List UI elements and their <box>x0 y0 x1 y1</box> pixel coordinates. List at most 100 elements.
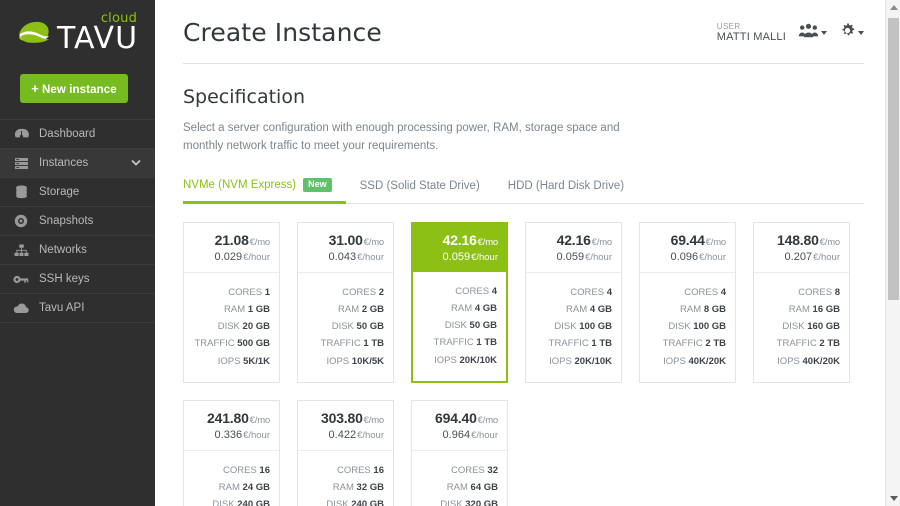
tab-label: HDD (Hard Disk Drive) <box>507 179 625 192</box>
plan-specs: CORES 4 RAM 4 GB DISK 50 GB TRAFFIC 1 TB… <box>413 272 506 381</box>
new-instance-button[interactable]: + New instance <box>20 74 128 103</box>
spec-disk: DISK 100 GB <box>668 321 726 333</box>
scrollbar-thumb[interactable] <box>888 18 899 300</box>
sidebar-item-ssh-keys[interactable]: SSH keys <box>0 265 155 294</box>
plan-card[interactable]: 31.00€/mo 0.043€/hour CORES 2 RAM 2 GB D… <box>297 221 394 383</box>
plan-hourly-price: 0.336€/hour <box>214 428 270 441</box>
plan-specs: CORES 32 RAM 64 GB DISK 320 GB TRAFFIC 4… <box>412 451 507 506</box>
spec-ram: RAM 4 GB <box>566 303 612 315</box>
main-content: Create Instance USER MATTI MALLI Specifi… <box>155 0 900 506</box>
network-tree-icon <box>12 243 30 257</box>
topbar-actions: USER MATTI MALLI <box>717 18 864 44</box>
spec-disk: DISK 160 GB <box>782 321 840 333</box>
plan-card[interactable]: 69.44€/mo 0.096€/hour CORES 4 RAM 8 GB D… <box>639 221 736 383</box>
spec-disk: DISK 240 GB <box>212 499 270 506</box>
plan-monthly-price: 42.16€/mo <box>556 231 613 248</box>
scroll-down-arrow-icon[interactable] <box>886 491 900 506</box>
plan-monthly-price: 303.80€/mo <box>321 409 384 426</box>
spec-ram: RAM 24 GB <box>218 482 270 494</box>
plan-hourly-price: 0.059€/hour <box>442 250 498 263</box>
sidebar-item-storage[interactable]: Storage <box>0 178 155 207</box>
plan-card-grid: 21.08€/mo 0.029€/hour CORES 1 RAM 1 GB D… <box>183 221 864 506</box>
spec-cores: CORES 4 <box>684 286 726 298</box>
sidebar-item-instances[interactable]: Instances <box>0 149 155 178</box>
spec-iops: IOPS 20K/10K <box>434 354 497 366</box>
plan-card-selected[interactable]: 42.16€/mo 0.059€/hour CORES 4 RAM 4 GB D… <box>411 221 508 383</box>
chevron-down-icon[interactable] <box>131 157 141 169</box>
sidebar-item-label: Networks <box>39 244 87 256</box>
section-title: Specification <box>183 86 305 108</box>
spec-disk: DISK 50 GB <box>331 321 384 333</box>
plan-card[interactable]: 303.80€/mo 0.422€/hour CORES 16 RAM 32 G… <box>297 399 394 506</box>
spec-traffic: TRAFFIC 1 TB <box>548 338 612 350</box>
server-stack-icon <box>12 156 30 170</box>
page-scrollbar[interactable] <box>885 0 900 506</box>
user-role-label: USER <box>716 22 741 32</box>
plan-hourly-price: 0.964€/hour <box>442 428 498 441</box>
spec-traffic: TRAFFIC 500 GB <box>194 338 271 350</box>
plan-monthly-price: 31.00€/mo <box>328 231 385 248</box>
plan-price-header: 241.80€/mo 0.336€/hour <box>184 401 279 451</box>
plan-specs: CORES 1 RAM 1 GB DISK 20 GB TRAFFIC 500 … <box>184 273 279 382</box>
plan-monthly-price: 42.16€/mo <box>442 231 499 248</box>
scroll-up-arrow-icon[interactable] <box>886 0 900 15</box>
brand-logo[interactable]: cloud TAVU <box>0 0 155 68</box>
spec-cores: CORES 32 <box>450 464 498 476</box>
plan-price-header: 42.16€/mo 0.059€/hour <box>526 223 621 273</box>
sidebar-item-dashboard[interactable]: Dashboard <box>0 120 155 149</box>
section-description: Select a server configuration with enoug… <box>183 122 620 152</box>
sidebar-nav: Dashboard Instances Storage Snapshots Ne… <box>0 119 155 323</box>
sidebar-item-label: Instances <box>39 157 89 169</box>
sidebar-item-snapshots[interactable]: Snapshots <box>0 207 155 236</box>
tab-ssd[interactable]: SSD (Solid State Drive) <box>360 180 494 204</box>
tab-hdd[interactable]: HDD (Hard Disk Drive) <box>508 180 638 204</box>
spec-cores: CORES 4 <box>570 286 612 298</box>
plan-card[interactable]: 148.80€/mo 0.207€/hour CORES 8 RAM 16 GB… <box>753 221 850 383</box>
spec-traffic: TRAFFIC 1 TB <box>433 337 497 349</box>
settings-menu-button[interactable] <box>839 22 864 44</box>
chevron-down-icon <box>821 31 827 35</box>
tab-label: NVMe (NVM Express) <box>183 178 297 191</box>
plan-price-header: 694.40€/mo 0.964€/hour <box>412 401 507 451</box>
plan-monthly-price: 21.08€/mo <box>214 231 271 248</box>
topbar: Create Instance USER MATTI MALLI <box>183 0 864 64</box>
sidebar-item-networks[interactable]: Networks <box>0 236 155 265</box>
tab-nvme[interactable]: NVMe (NVM Express) New <box>183 177 346 204</box>
gear-icon <box>839 22 856 44</box>
cloud-icon <box>12 301 30 315</box>
app-root: cloud TAVU + New instance Dashboard Inst… <box>0 0 900 506</box>
plan-card[interactable]: 42.16€/mo 0.059€/hour CORES 4 RAM 4 GB D… <box>525 221 622 383</box>
sidebar-item-label: SSH keys <box>39 273 90 285</box>
plan-specs: CORES 8 RAM 16 GB DISK 160 GB TRAFFIC 2 … <box>754 273 849 382</box>
page-title: Create Instance <box>183 18 382 47</box>
plan-card[interactable]: 241.80€/mo 0.336€/hour CORES 16 RAM 24 G… <box>183 399 280 506</box>
spec-cores: CORES 1 <box>228 286 270 298</box>
brand-name: TAVU <box>56 20 139 56</box>
users-menu-button[interactable] <box>798 23 827 43</box>
plan-price-header: 303.80€/mo 0.422€/hour <box>298 401 393 451</box>
key-icon <box>12 272 30 286</box>
plan-specs: CORES 4 RAM 4 GB DISK 100 GB TRAFFIC 1 T… <box>526 273 621 382</box>
spec-traffic: TRAFFIC 1 TB <box>320 338 384 350</box>
plan-price-header: 148.80€/mo 0.207€/hour <box>754 223 849 273</box>
spec-disk: DISK 320 GB <box>440 499 498 506</box>
plan-card[interactable]: 694.40€/mo 0.964€/hour CORES 32 RAM 64 G… <box>411 399 508 506</box>
sidebar-item-label: Tavu API <box>39 302 85 314</box>
plan-card[interactable]: 21.08€/mo 0.029€/hour CORES 1 RAM 1 GB D… <box>183 221 280 383</box>
spec-cores: CORES 4 <box>455 285 497 297</box>
spec-ram: RAM 4 GB <box>451 302 497 314</box>
spec-cores: CORES 16 <box>222 464 270 476</box>
sidebar: cloud TAVU + New instance Dashboard Inst… <box>0 0 155 506</box>
spec-disk: DISK 240 GB <box>326 499 384 506</box>
brand-cloud-text: cloud <box>100 10 138 26</box>
spec-ram: RAM 64 GB <box>446 482 498 494</box>
plan-hourly-price: 0.029€/hour <box>214 250 270 263</box>
spec-disk: DISK 20 GB <box>217 321 270 333</box>
chevron-down-icon <box>858 31 864 35</box>
brand-wordmark: cloud TAVU <box>56 12 139 56</box>
sidebar-item-tavu-api[interactable]: Tavu API <box>0 294 155 323</box>
spec-traffic: TRAFFIC 2 TB <box>776 338 840 350</box>
spec-iops: IOPS 5K/1K <box>217 355 270 367</box>
database-icon <box>12 185 30 199</box>
spec-ram: RAM 8 GB <box>680 303 726 315</box>
